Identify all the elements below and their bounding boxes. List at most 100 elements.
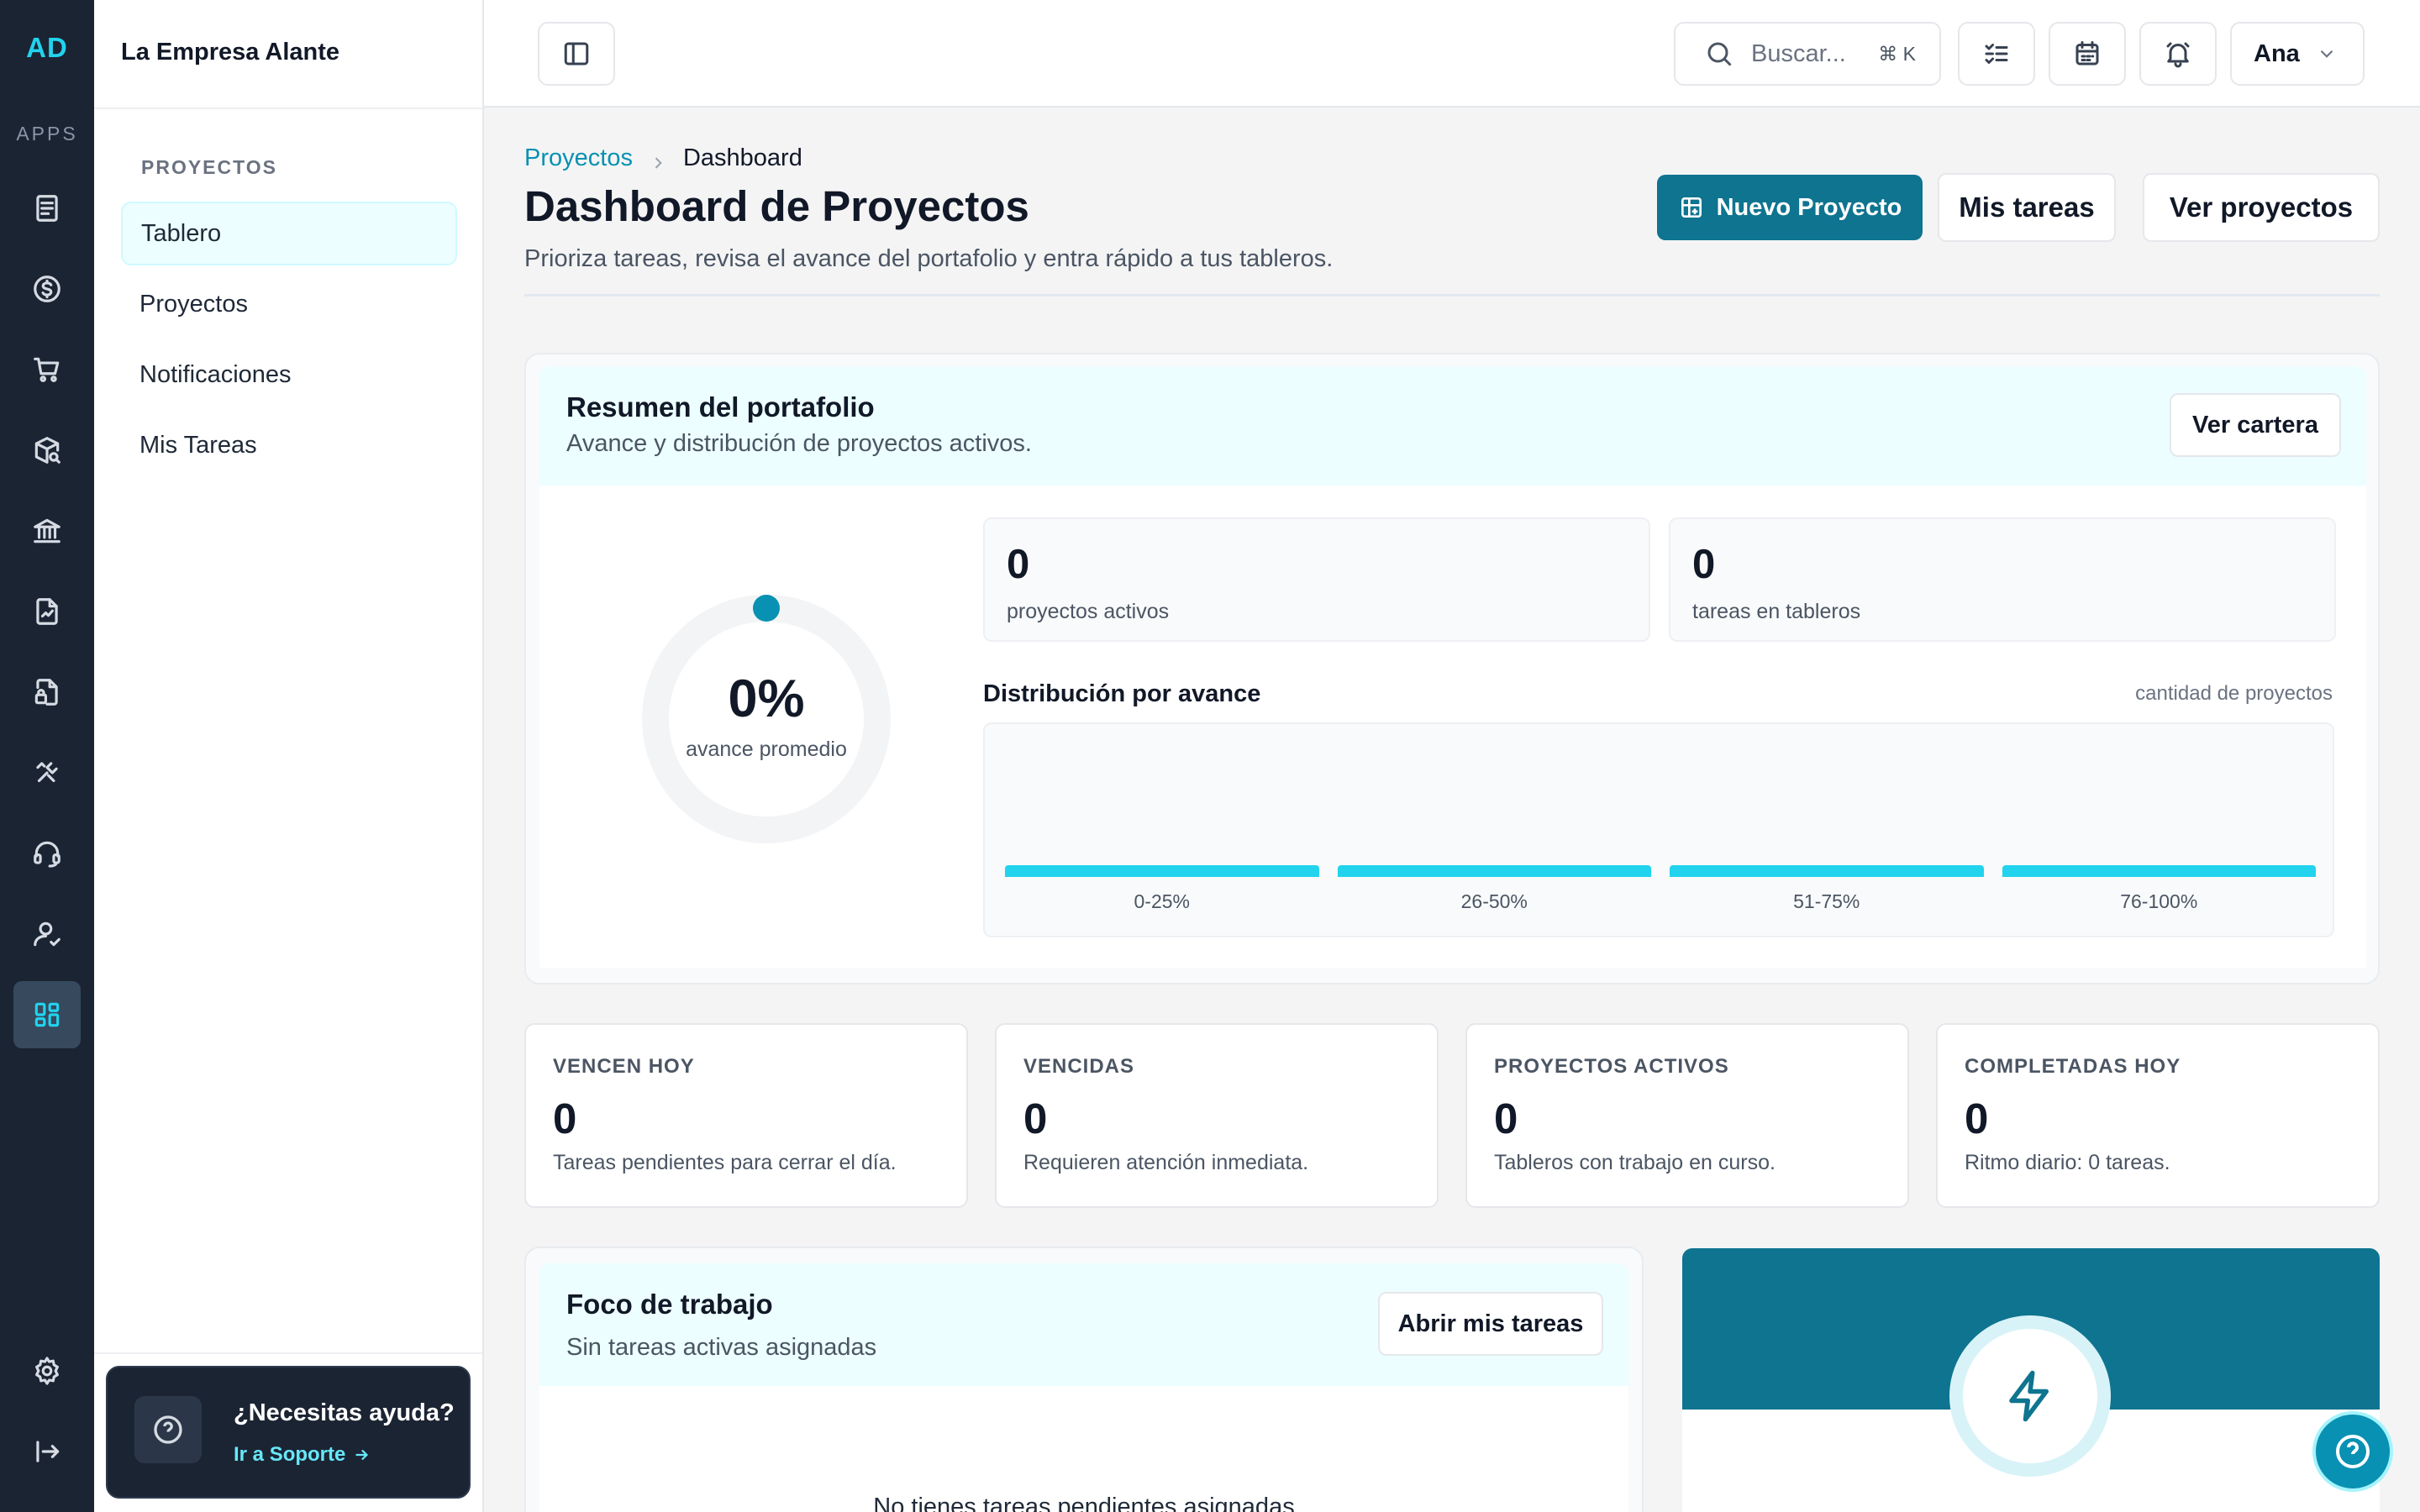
nav-section-title: PROYECTOS xyxy=(141,156,277,178)
apps-label: APPS xyxy=(16,123,78,144)
new-project-icon xyxy=(1681,197,1702,218)
portfolio-body: 0% avance promedio 0 proyectos activos 0… xyxy=(539,486,2366,968)
kpi-label: PROYECTOS ACTIVOS xyxy=(1494,1055,1729,1078)
bank-icon[interactable] xyxy=(13,497,81,564)
active-projects-count: 0 xyxy=(1007,542,1030,587)
kpi-label: VENCIDAS xyxy=(1023,1055,1135,1078)
logout-icon[interactable] xyxy=(13,1418,81,1485)
kpi-overdue: VENCIDAS 0 Requieren atención inmediata. xyxy=(995,1023,1439,1208)
help-circle-icon xyxy=(2336,1435,2370,1468)
toggle-sidebar-button[interactable] xyxy=(538,22,615,86)
nav-item-tablero[interactable]: Tablero xyxy=(121,202,457,265)
help-title: ¿Necesitas ayuda? xyxy=(234,1399,455,1426)
view-portfolio-button[interactable]: Ver cartera xyxy=(2170,393,2341,457)
tools-icon[interactable] xyxy=(13,739,81,806)
active-projects-stat: 0 proyectos activos xyxy=(983,517,1650,642)
lightning-icon xyxy=(2009,1370,2049,1422)
user-icon[interactable] xyxy=(13,900,81,968)
package-search-icon[interactable] xyxy=(13,417,81,484)
nav-divider xyxy=(94,108,482,109)
quick-action-button[interactable] xyxy=(1963,1329,2097,1463)
checklist-icon xyxy=(1985,44,2008,64)
page-subtitle: Prioriza tareas, revisa el avance del po… xyxy=(524,245,1334,272)
my-tasks-button[interactable]: Mis tareas xyxy=(1938,173,2116,242)
view-projects-button[interactable]: Ver proyectos xyxy=(2143,173,2380,242)
distribution-bar xyxy=(1337,865,1651,877)
help-circle-icon xyxy=(134,1396,202,1463)
focus-subtitle: Sin tareas activas asignadas xyxy=(566,1334,877,1361)
focus-body: No tienes tareas pendientes asignadas xyxy=(539,1386,1628,1512)
section-nav: La Empresa Alante PROYECTOS Tablero Proy… xyxy=(94,0,484,1512)
company-name[interactable]: La Empresa Alante xyxy=(121,39,339,66)
calendar-icon xyxy=(2075,41,2099,66)
avg-progress-label: avance promedio xyxy=(686,738,847,761)
active-projects-label: proyectos activos xyxy=(1007,600,1170,623)
headset-icon[interactable] xyxy=(13,820,81,887)
chart-file-icon[interactable] xyxy=(13,578,81,645)
breadcrumb-proyectos[interactable]: Proyectos xyxy=(524,144,633,172)
file-lock-icon[interactable] xyxy=(13,659,81,726)
portfolio-card: Resumen del portafolio Avance y distribu… xyxy=(524,353,2380,984)
search-placeholder[interactable]: Buscar... xyxy=(1751,40,1878,68)
top-bar: Buscar... ⌘ K Ana xyxy=(484,0,2420,108)
notifications-button[interactable] xyxy=(2139,22,2217,86)
help-fab-button[interactable] xyxy=(2312,1411,2393,1492)
new-project-button[interactable]: Nuevo Proyecto xyxy=(1657,175,1923,240)
open-my-tasks-button[interactable]: Abrir mis tareas xyxy=(1378,1292,1603,1356)
kpi-description: Tableros con trabajo en curso. xyxy=(1494,1151,1776,1174)
user-name[interactable]: Ana xyxy=(2254,40,2300,68)
distribution-title: Distribución por avance xyxy=(983,680,1261,707)
progress-indicator xyxy=(753,595,780,622)
chevron-right-icon xyxy=(650,150,666,169)
app-rail: AD APPS xyxy=(0,0,94,1512)
bell-icon xyxy=(2166,42,2190,68)
empty-state-text: No tienes tareas pendientes asignadas xyxy=(873,1494,1295,1512)
task-list-button[interactable] xyxy=(1958,22,2035,86)
progress-donut: 0% avance promedio xyxy=(640,593,892,845)
distribution-bar-label: 26-50% xyxy=(1460,890,1528,912)
board-tasks-label: tareas en tableros xyxy=(1692,600,1861,623)
distribution-bar-label: 76-100% xyxy=(2120,890,2198,912)
kpi-due-today: VENCEN HOY 0 Tareas pendientes para cerr… xyxy=(524,1023,968,1208)
calendar-button[interactable] xyxy=(2049,22,2126,86)
distribution-bar xyxy=(2002,865,2316,877)
distribution-bar xyxy=(1005,865,1319,877)
document-icon[interactable] xyxy=(13,175,81,242)
kpi-value: 0 xyxy=(1494,1095,1518,1142)
nav-item-proyectos[interactable]: Proyectos xyxy=(121,272,457,336)
focus-header: Foco de trabajo Sin tareas activas asign… xyxy=(539,1263,1628,1386)
search-input[interactable]: Buscar... ⌘ K xyxy=(1674,22,1941,86)
cart-icon[interactable] xyxy=(13,336,81,403)
dollar-icon[interactable] xyxy=(13,255,81,323)
new-project-label[interactable]: Nuevo Proyecto xyxy=(1717,194,1902,222)
page-title: Dashboard de Proyectos xyxy=(524,182,1029,230)
portfolio-header: Resumen del portafolio Avance y distribu… xyxy=(539,366,2366,486)
kpi-value: 0 xyxy=(553,1095,577,1142)
kpi-completed-today: COMPLETADAS HOY 0 Ritmo diario: 0 tareas… xyxy=(1936,1023,2380,1208)
header-divider xyxy=(524,294,2380,297)
kpi-description: Tareas pendientes para cerrar el día. xyxy=(553,1151,897,1174)
nav-item-mis-tareas[interactable]: Mis Tareas xyxy=(121,413,457,477)
search-shortcut: ⌘ K xyxy=(1878,42,1916,65)
dashboard-icon[interactable] xyxy=(13,981,81,1048)
board-tasks-stat: 0 tareas en tableros xyxy=(1669,517,2336,642)
quick-action-ring xyxy=(1949,1315,2111,1477)
avg-progress-value: 0% xyxy=(728,669,805,728)
kpi-label: COMPLETADAS HOY xyxy=(1965,1055,2181,1078)
user-menu-button[interactable]: Ana xyxy=(2230,22,2365,86)
support-link[interactable]: Ir a Soporte xyxy=(234,1443,371,1467)
nav-item-notificaciones[interactable]: Notificaciones xyxy=(121,343,457,407)
distribution-chart: 0-25% 26-50% 51-75% 76-100% xyxy=(983,722,2334,937)
settings-icon[interactable] xyxy=(13,1337,81,1404)
kpi-value: 0 xyxy=(1023,1095,1048,1142)
app-logo[interactable]: AD xyxy=(0,32,94,64)
kpi-active-projects: PROYECTOS ACTIVOS 0 Tableros con trabajo… xyxy=(1465,1023,1909,1208)
quick-action-card xyxy=(1682,1248,2380,1512)
board-tasks-count: 0 xyxy=(1692,542,1716,587)
distribution-note: cantidad de proyectos xyxy=(2135,682,2333,705)
portfolio-subtitle: Avance y distribución de proyectos activ… xyxy=(566,430,1032,457)
support-link-label[interactable]: Ir a Soporte xyxy=(234,1443,345,1467)
chevron-down-icon xyxy=(2320,50,2333,58)
nav-bottom-divider xyxy=(94,1352,482,1354)
portfolio-title: Resumen del portafolio xyxy=(566,391,875,423)
